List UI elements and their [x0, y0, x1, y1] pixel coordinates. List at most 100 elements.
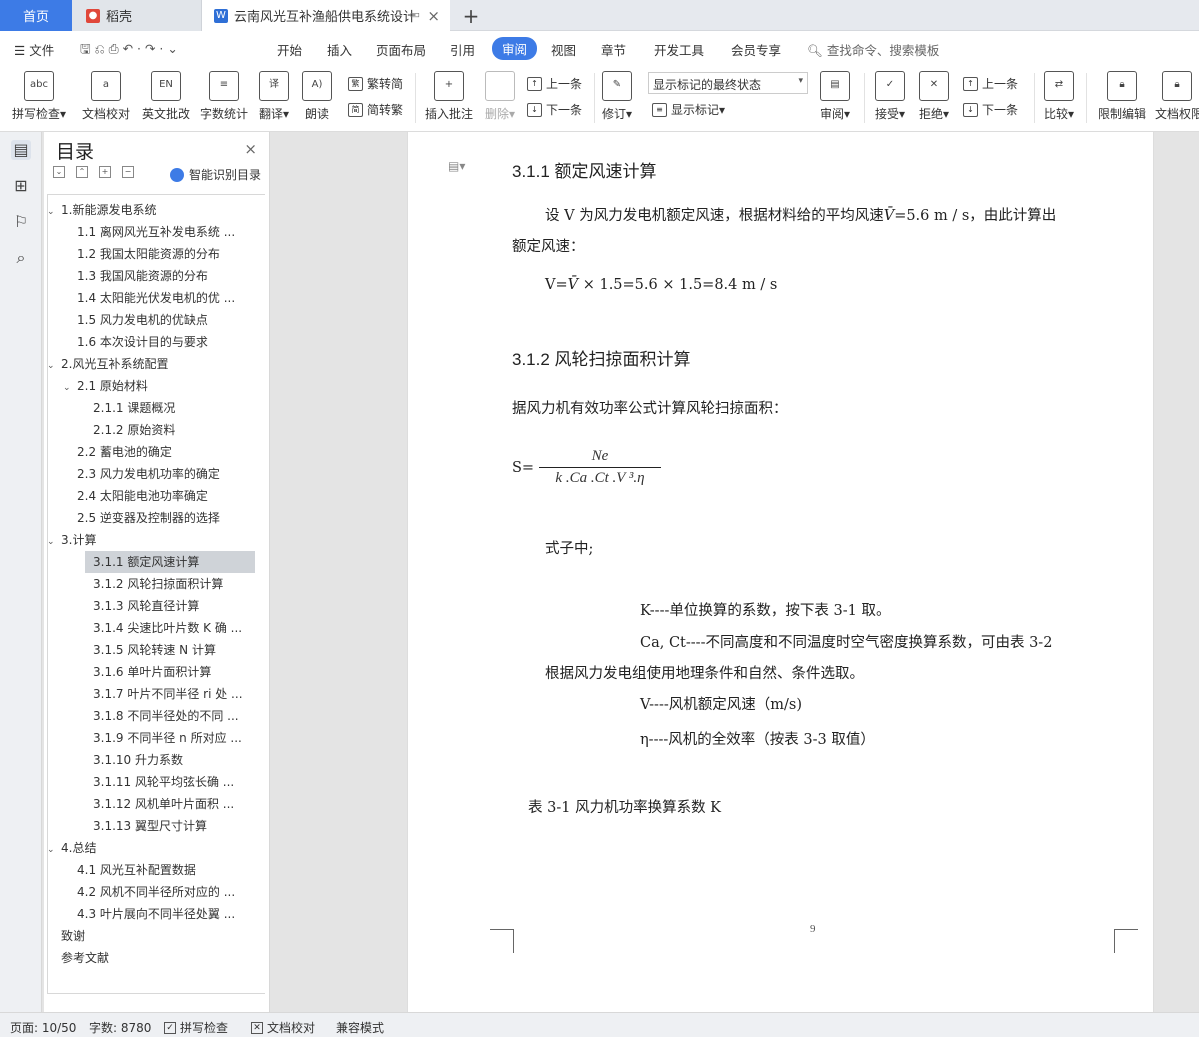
command-search[interactable]: 🔍︎ 查找命令、搜索模板 — [807, 40, 939, 59]
pin-icon[interactable]: ▭ — [410, 8, 420, 21]
prev-comment-button[interactable]: ↑ 上一条 — [527, 75, 582, 92]
remove-heading-icon[interactable]: − — [122, 166, 134, 178]
toc-item[interactable]: 3.1.10 升力系数 — [93, 749, 261, 771]
toc-item[interactable]: 3.1.3 风轮直径计算 — [93, 595, 261, 617]
toc-item[interactable]: 3.1.7 叶片不同半径 ri 处 ... — [93, 683, 261, 705]
toc-item[interactable]: 1.2 我国太阳能资源的分布 — [77, 243, 261, 265]
bookmark-icon[interactable]: ⚐ — [11, 212, 31, 232]
menu-reference[interactable]: 引用 — [450, 40, 475, 59]
word-count-button[interactable]: ≡ 字数统计 — [198, 71, 250, 122]
menu-insert[interactable]: 插入 — [327, 40, 352, 59]
tab-home[interactable]: 首页 — [0, 0, 72, 31]
toc-item[interactable]: 1.4 太阳能光伏发电机的优 ... — [77, 287, 261, 309]
toc-item[interactable]: 3.1.11 风轮平均弦长确 ... — [93, 771, 261, 793]
doc-permission-button[interactable]: 🔒︎ 文档权限 — [1155, 71, 1199, 122]
toc-item[interactable]: 1.6 本次设计目的与要求 — [77, 331, 261, 353]
toc-item[interactable]: 1.3 我国风能资源的分布 — [77, 265, 261, 287]
menu-member[interactable]: 会员专享 — [731, 40, 781, 59]
toc-item[interactable]: 3.1.13 翼型尺寸计算 — [93, 815, 261, 837]
toc-item[interactable]: 致谢 — [61, 925, 261, 947]
next-change-button[interactable]: ↓ 下一条 — [963, 101, 1018, 118]
menu-layout[interactable]: 页面布局 — [376, 40, 426, 59]
smart-toc-button[interactable]: 智能识别目录 — [170, 166, 261, 183]
toc-item[interactable]: 3.1.5 风轮转速 N 计算 — [93, 639, 261, 661]
accept-button[interactable]: ✓ 接受▾ — [872, 71, 908, 122]
toc-item[interactable]: ⌄ 3.计算 — [47, 529, 261, 551]
prev-change-button[interactable]: ↑ 上一条 — [963, 75, 1018, 92]
chevron-down-icon[interactable]: ⌄ — [47, 531, 61, 551]
section-panel-icon[interactable]: ⊞ — [11, 176, 31, 196]
tab-document[interactable]: W 云南风光互补渔船供电系统设计 ▭ × — [202, 0, 450, 31]
delete-comment-button[interactable]: 删除▾ — [482, 71, 518, 122]
toc-item[interactable]: ⌄ 2.1 原始材料 — [63, 375, 261, 397]
toc-item[interactable]: 3.1.12 风机单叶片面积 ... — [93, 793, 261, 815]
status-doc-check-label: 文档校对 — [267, 1021, 316, 1035]
toc-item[interactable]: 3.1.2 风轮扫掠面积计算 — [93, 573, 261, 595]
toc-panel-icon[interactable]: ▤ — [11, 140, 31, 160]
markup-state-select[interactable]: 显示标记的最终状态 ▾ — [648, 72, 808, 94]
english-review-button[interactable]: EN 英文批改 — [140, 71, 192, 122]
status-bar: 页面: 10/50 字数: 8780 ✓ 拼写检查 ✕ 文档校对 兼容模式 — [0, 1012, 1199, 1037]
paragraph-menu-icon[interactable]: ▤▾ — [448, 159, 465, 173]
compare-button[interactable]: ⇄ 比较▾ — [1041, 71, 1077, 122]
close-icon[interactable]: × — [427, 7, 440, 25]
toc-item[interactable]: 3.1.6 单叶片面积计算 — [93, 661, 261, 683]
toc-item[interactable]: 参考文献 — [61, 947, 261, 969]
toc-item[interactable]: 3.1.1 额定风速计算 — [85, 551, 255, 573]
add-heading-icon[interactable]: + — [99, 166, 111, 178]
word-count[interactable]: 字数: 8780 — [89, 1019, 151, 1036]
new-tab-button[interactable]: + — [458, 0, 484, 31]
toc-item[interactable]: 2.3 风力发电机功率的确定 — [77, 463, 261, 485]
toc-item[interactable]: ⌄ 2.风光互补系统配置 — [47, 353, 261, 375]
toc-item[interactable]: 2.2 蓄电池的确定 — [77, 441, 261, 463]
menu-chapter[interactable]: 章节 — [601, 40, 626, 59]
search-icon[interactable]: ⌕ — [11, 248, 31, 268]
translate-button[interactable]: 译翻译▾ — [256, 71, 292, 122]
collapse-all-icon[interactable]: ⌄ — [53, 166, 65, 178]
reject-button[interactable]: ✕ 拒绝▾ — [916, 71, 952, 122]
toc-item[interactable]: ⌄ 1.新能源发电系统 — [47, 199, 261, 221]
restrict-edit-button[interactable]: 🔒︎ 限制编辑 — [1096, 71, 1148, 122]
tab-daoke[interactable]: ● 稻壳 — [72, 0, 202, 31]
toc-item[interactable]: 2.1.1 课题概况 — [93, 397, 261, 419]
toc-item-label: 1.新能源发电系统 — [61, 203, 157, 217]
tab-document-label: 云南风光互补渔船供电系统设计 — [234, 10, 417, 25]
toc-item[interactable]: 4.2 风机不同半径所对应的 ... — [77, 881, 261, 903]
quick-access-icons[interactable]: 🖫 ⎌ ⎙ ↶ · ↷ · ⌄ — [80, 40, 178, 61]
toc-item[interactable]: 2.1.2 原始资料 — [93, 419, 261, 441]
doc-check-button[interactable]: a 文档校对 — [80, 71, 132, 122]
read-aloud-button[interactable]: A) 朗读 — [300, 71, 334, 122]
show-markup-button[interactable]: ≡ 显示标记 ▾ — [652, 101, 725, 118]
toc-item[interactable]: 1.5 风力发电机的优缺点 — [77, 309, 261, 331]
toc-item[interactable]: 2.4 太阳能电池功率确定 — [77, 485, 261, 507]
toc-item[interactable]: 1.1 离网风光互补发电系统 ... — [77, 221, 261, 243]
menu-devtools[interactable]: 开发工具 — [654, 40, 704, 59]
toc-item[interactable]: ⌄ 4.总结 — [47, 837, 261, 859]
chevron-down-icon[interactable]: ⌄ — [47, 839, 61, 859]
menu-view[interactable]: 视图 — [551, 40, 576, 59]
menu-start[interactable]: 开始 — [277, 40, 302, 59]
trad-to-simp-button[interactable]: 繁繁转简 — [348, 75, 403, 92]
status-spell-check[interactable]: ✓ 拼写检查 — [164, 1019, 228, 1036]
chevron-down-icon[interactable]: ⌄ — [47, 355, 61, 375]
expand-all-icon[interactable]: ⌃ — [76, 166, 88, 178]
toc-item[interactable]: 3.1.8 不同半径处的不同 ... — [93, 705, 261, 727]
chevron-down-icon[interactable]: ⌄ — [47, 201, 61, 221]
status-doc-check[interactable]: ✕ 文档校对 — [251, 1019, 315, 1036]
chevron-down-icon[interactable]: ⌄ — [63, 377, 77, 397]
toc-item[interactable]: 3.1.4 尖速比叶片数 K 确 ... — [93, 617, 261, 639]
menu-review[interactable]: 审阅 — [492, 37, 538, 60]
close-icon[interactable]: × — [244, 140, 257, 158]
next-comment-button[interactable]: ↓ 下一条 — [527, 101, 582, 118]
simp-to-trad-button[interactable]: 简简转繁 — [348, 101, 403, 118]
toc-item[interactable]: 4.1 风光互补配置数据 — [77, 859, 261, 881]
file-menu[interactable]: ☰ 文件 — [14, 40, 54, 59]
toc-item[interactable]: 4.3 叶片展向不同半径处翼 ... — [77, 903, 261, 925]
toc-item[interactable]: 3.1.9 不同半径 n 所对应 ... — [93, 727, 261, 749]
page-indicator[interactable]: 页面: 10/50 — [10, 1019, 76, 1036]
spell-check-button[interactable]: abc 拼写检查▾ — [11, 71, 67, 122]
insert-comment-button[interactable]: + 插入批注 — [422, 71, 476, 122]
track-changes-button[interactable]: ✎ 修订▾ — [600, 71, 634, 122]
review-pane-button[interactable]: ▤ 审阅▾ — [817, 71, 853, 122]
toc-item[interactable]: 2.5 逆变器及控制器的选择 — [77, 507, 261, 529]
